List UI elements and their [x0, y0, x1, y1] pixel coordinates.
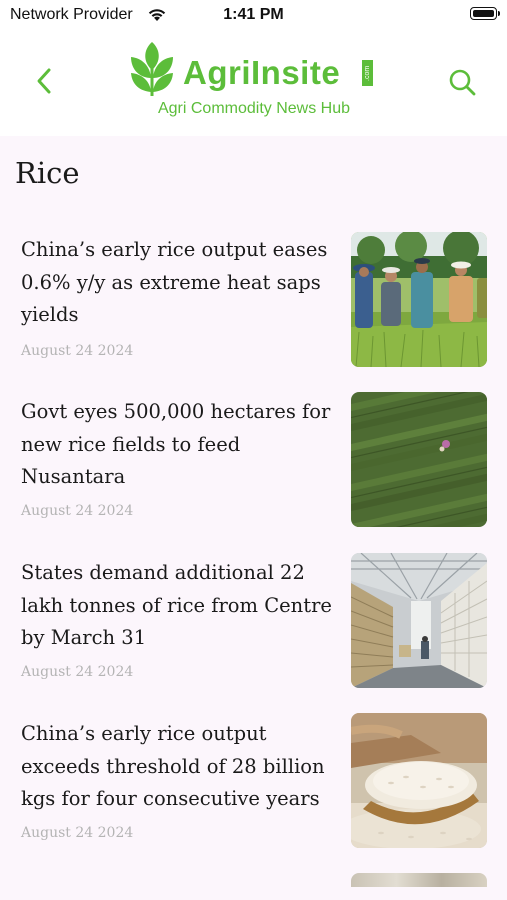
rice-in-wooden-spoon-image	[351, 713, 487, 848]
article-thumbnail[interactable]	[351, 553, 487, 688]
article-thumbnail[interactable]	[351, 713, 487, 848]
article-card[interactable]: Govt eyes 500,000 hectares for new rice …	[0, 392, 507, 532]
app-header: AgriInsite .com Agri Commodity News Hub	[0, 30, 507, 136]
rice-sack-warehouse-image	[351, 553, 487, 688]
article-date: August 24 2024	[21, 664, 134, 680]
article-card[interactable]: China’s early rice output exceeds thresh…	[0, 713, 507, 853]
aerial-rice-field-image	[351, 392, 487, 527]
battery-icon	[470, 7, 500, 20]
brand-name: AgriInsite	[183, 54, 341, 91]
leaf-logo-icon	[131, 42, 173, 96]
article-date: August 24 2024	[21, 343, 134, 359]
article-card[interactable]: China’s early rice output eases 0.6% y/y…	[0, 232, 507, 372]
article-thumbnail-partial[interactable]	[351, 873, 487, 887]
article-thumbnail[interactable]	[351, 392, 487, 527]
status-bar: Network Provider 1:41 PM	[0, 0, 507, 30]
article-thumbnail[interactable]	[351, 232, 487, 367]
clock: 1:41 PM	[223, 6, 284, 23]
article-date: August 24 2024	[21, 825, 134, 841]
article-date: August 24 2024	[21, 503, 134, 519]
article-title[interactable]: China’s early rice output exceeds thresh…	[21, 718, 339, 816]
back-chevron-icon[interactable]	[30, 65, 60, 97]
article-title[interactable]: States demand additional 22 lakh tonnes …	[21, 557, 339, 655]
article-title[interactable]: China’s early rice output eases 0.6% y/y…	[21, 234, 339, 332]
farmers-in-rice-field-image	[351, 232, 487, 367]
search-icon[interactable]	[446, 66, 478, 98]
article-card[interactable]: States demand additional 22 lakh tonnes …	[0, 553, 507, 693]
brand-dotcom: .com	[362, 60, 373, 86]
brand-tagline: Agri Commodity News Hub	[157, 100, 351, 117]
page-title: Rice	[15, 156, 80, 190]
article-title[interactable]: Govt eyes 500,000 hectares for new rice …	[21, 396, 339, 494]
brand-logo: AgriInsite .com Agri Commodity News Hub	[128, 40, 380, 126]
